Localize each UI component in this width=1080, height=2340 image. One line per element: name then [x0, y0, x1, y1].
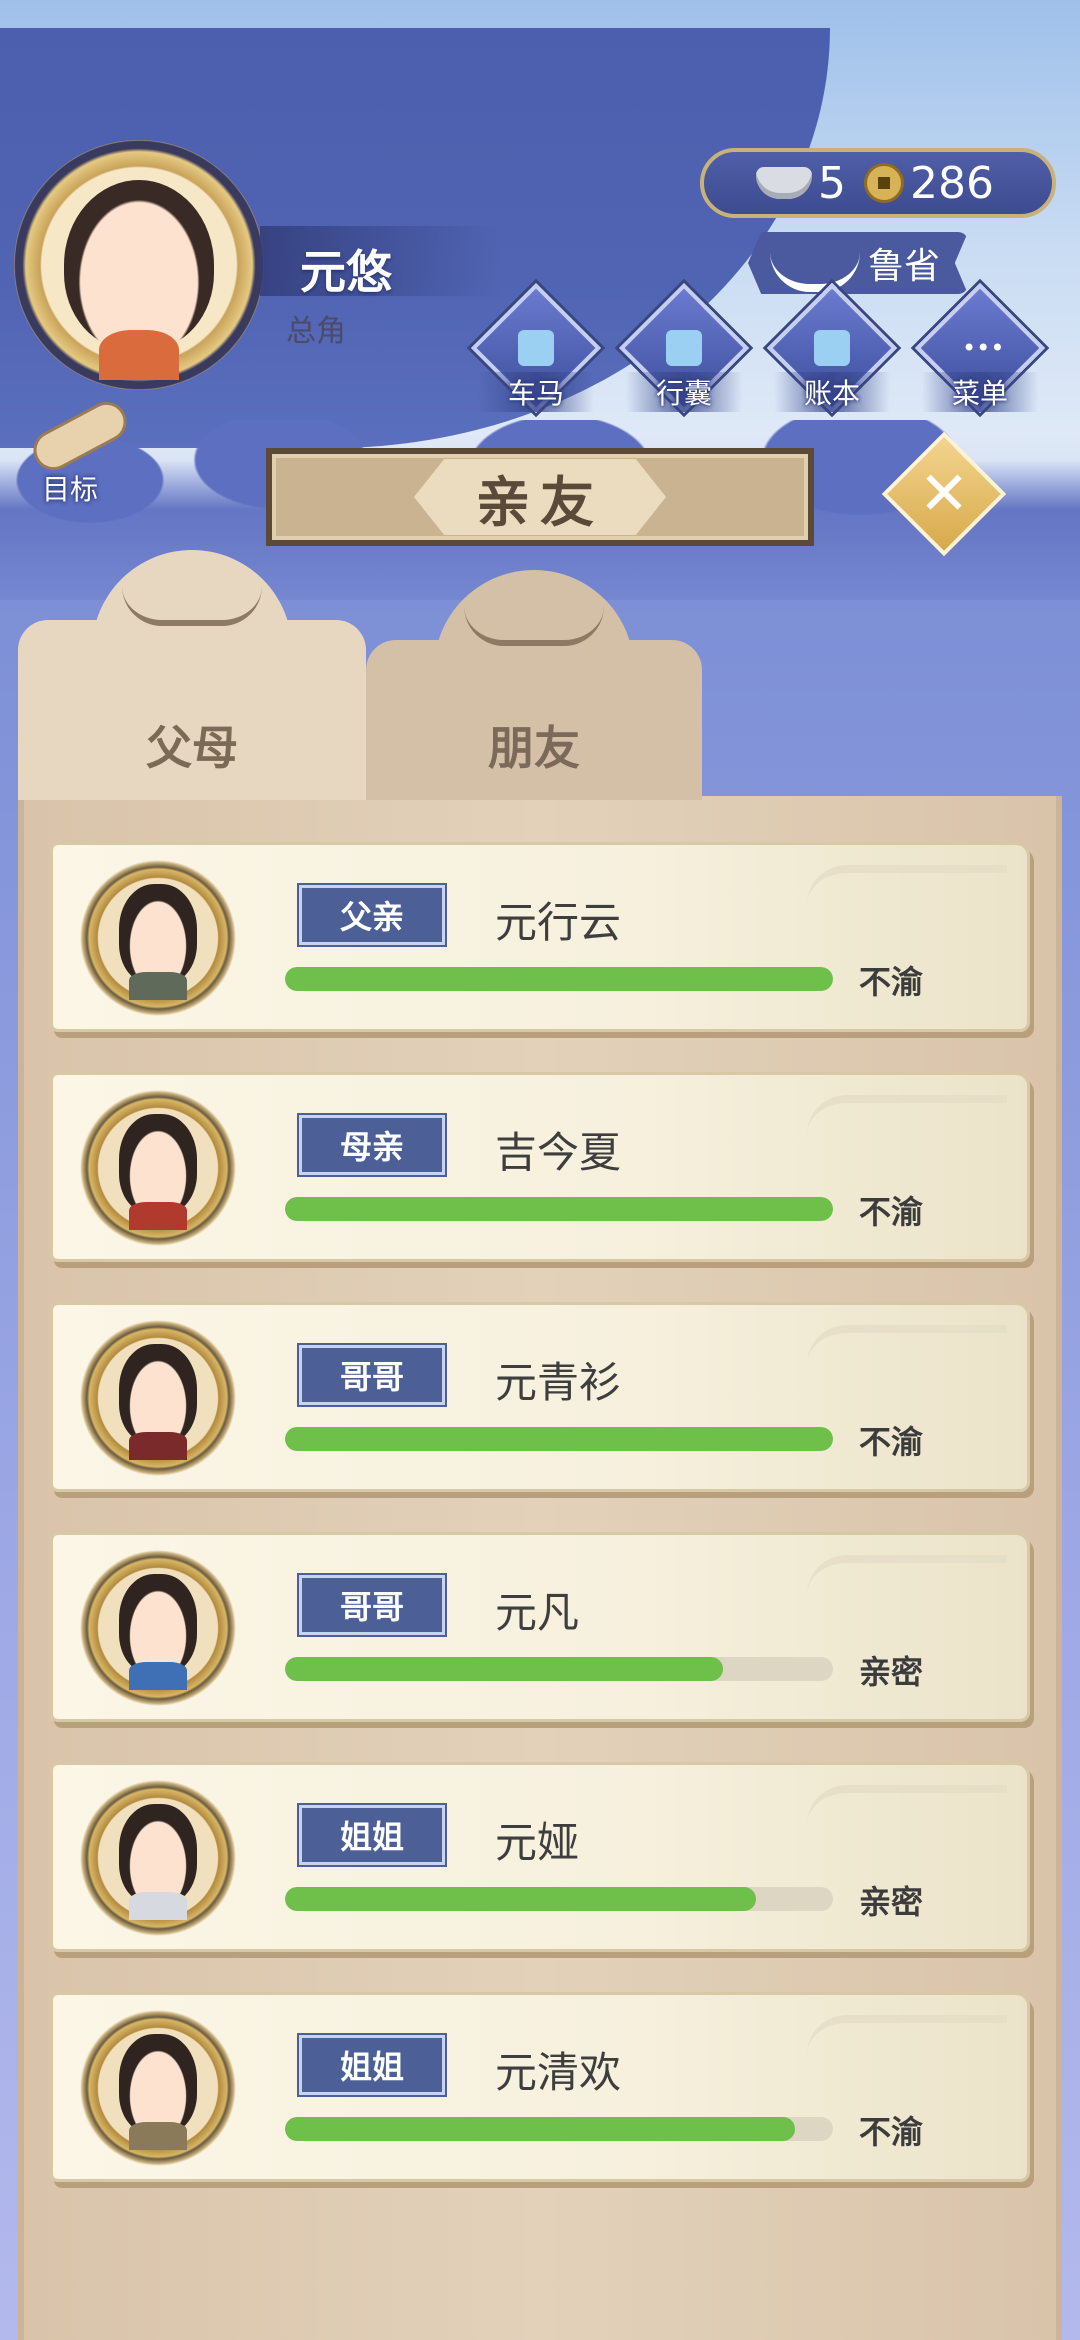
player-avatar[interactable] [14, 140, 264, 390]
tab-parents-label: 父母 [146, 721, 238, 775]
relative-card[interactable]: 姐姐 元清欢 不渝 [50, 1992, 1030, 2182]
affinity-fill [285, 2117, 795, 2141]
mood-label: 不渝 [859, 2113, 924, 2151]
tab-parents[interactable]: 父母 [18, 550, 366, 800]
menu-button[interactable]: ••• 菜单 [914, 282, 1046, 414]
relative-avatar [77, 1087, 239, 1249]
carriage-button[interactable]: 车马 [470, 282, 602, 414]
relation-tag: 哥哥 [297, 1573, 447, 1637]
title-plaque: 亲友 [266, 448, 814, 546]
relative-card[interactable]: 姐姐 元娅 亲密 [50, 1762, 1030, 1952]
affinity-fill [285, 1197, 833, 1221]
page-title: 亲友 [414, 459, 666, 535]
ledger-icon [814, 330, 850, 366]
ledger-button[interactable]: 账本 [766, 282, 898, 414]
affinity-fill [285, 967, 833, 991]
relation-tag: 父亲 [297, 883, 447, 947]
affinity-bar [285, 1197, 833, 1221]
affinity-bar [285, 1657, 833, 1681]
mood-label: 不渝 [859, 963, 924, 1001]
mood-label: 不渝 [859, 1423, 924, 1461]
relative-name: 元青衫 [495, 1358, 622, 1407]
tab-friends-label: 朋友 [488, 721, 580, 775]
affinity-bar [285, 2117, 833, 2141]
affinity-bar [285, 1887, 833, 1911]
affinity-fill [285, 1427, 833, 1451]
mood-label: 亲密 [859, 1653, 924, 1691]
currency-panel[interactable]: 5 286 [700, 148, 1056, 218]
player-role: 总角 [286, 314, 346, 349]
relative-avatar [77, 1777, 239, 1939]
relative-card[interactable]: 哥哥 元青衫 不渝 [50, 1302, 1030, 1492]
relation-tag: 母亲 [297, 1113, 447, 1177]
copper-coin-icon [864, 163, 904, 203]
relative-avatar [77, 1317, 239, 1479]
silver-count: 5 [818, 157, 846, 209]
ledger-label: 账本 [774, 372, 890, 412]
menu-label: 菜单 [922, 372, 1038, 412]
goal-button[interactable]: 目标 [16, 394, 134, 506]
player-portrait [64, 180, 214, 380]
bag-button[interactable]: 行囊 [618, 282, 750, 414]
relative-avatar [77, 857, 239, 1019]
affinity-bar [285, 967, 833, 991]
tab-friends[interactable]: 朋友 [366, 570, 702, 800]
relative-avatar [77, 2007, 239, 2169]
bag-icon [666, 330, 702, 366]
bag-label: 行囊 [626, 372, 742, 412]
relative-avatar [77, 1547, 239, 1709]
relative-card[interactable]: 母亲 吉今夏 不渝 [50, 1072, 1030, 1262]
mood-label: 亲密 [859, 1883, 924, 1921]
relative-card[interactable]: 哥哥 元凡 亲密 [50, 1532, 1030, 1722]
close-icon: ✕ [918, 459, 970, 529]
carriage-label: 车马 [478, 372, 594, 412]
goal-label: 目标 [42, 473, 99, 506]
player-name: 元悠 [300, 245, 392, 299]
relation-tag: 姐姐 [297, 2033, 447, 2097]
relation-tag: 哥哥 [297, 1343, 447, 1407]
silver-ingot-icon [756, 167, 812, 199]
affinity-bar [285, 1427, 833, 1451]
relative-name: 吉今夏 [495, 1128, 622, 1177]
relative-name: 元清欢 [495, 2048, 622, 2097]
mood-label: 不渝 [859, 1193, 924, 1231]
affinity-fill [285, 1887, 757, 1911]
relative-name: 元娅 [495, 1818, 580, 1867]
carriage-icon [518, 330, 554, 366]
menu-icon: ••• [962, 334, 1005, 362]
relative-name: 元凡 [495, 1588, 580, 1637]
relative-card[interactable]: 父亲 元行云 不渝 [50, 842, 1030, 1032]
relation-tag: 姐姐 [297, 1803, 447, 1867]
relative-name: 元行云 [495, 898, 622, 947]
affinity-fill [285, 1657, 724, 1681]
location-label: 鲁省 [868, 246, 941, 287]
coin-count: 286 [910, 157, 994, 209]
